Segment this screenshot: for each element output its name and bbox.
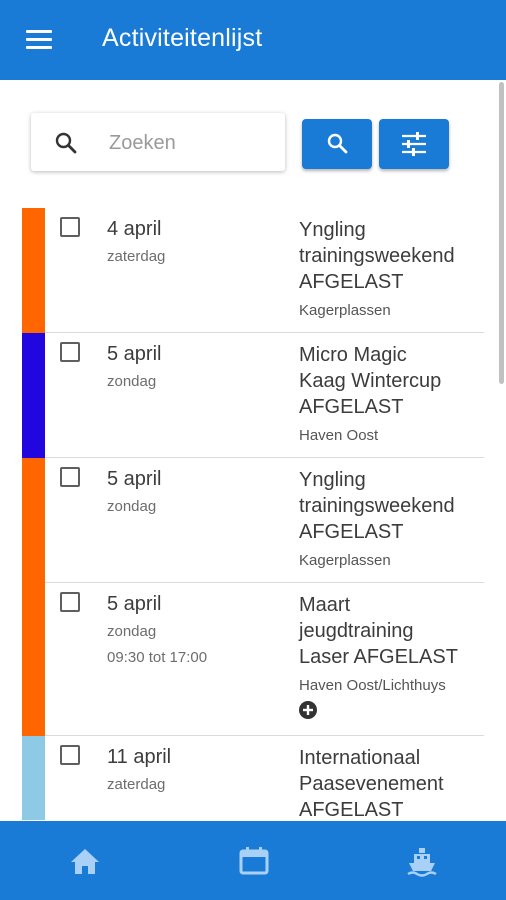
- activity-name-line: AFGELAST: [299, 799, 404, 820]
- activity-name-line: AFGELAST: [299, 396, 404, 418]
- activity-checkbox[interactable]: [60, 217, 80, 237]
- category-color-bar: [22, 583, 45, 736]
- boat-icon[interactable]: [405, 845, 439, 877]
- search-box: [31, 113, 285, 171]
- activity-item[interactable]: 5 april zondag Micro Magic Kaag Wintercup AF…: [0, 333, 506, 458]
- activity-checkbox[interactable]: [60, 342, 80, 362]
- activity-date: 5 april: [107, 468, 162, 490]
- activity-time: 09:30 tot 17:00: [107, 649, 208, 666]
- search-icon: [327, 133, 348, 154]
- filter-button[interactable]: [379, 119, 449, 169]
- add-circle-icon[interactable]: [299, 701, 317, 719]
- search-icon: [55, 132, 77, 154]
- activity-name-line: Micro Magic: [299, 344, 407, 366]
- activity-name-line: Yngling: [299, 219, 366, 241]
- activity-day: zondag: [107, 373, 157, 390]
- activity-name: Yngling trainingsweekend AFGELAST: [299, 217, 489, 295]
- category-color-bar: [22, 736, 45, 820]
- activity-checkbox[interactable]: [60, 467, 80, 487]
- activity-location: Haven Oost/Lichthuys: [299, 677, 446, 694]
- activity-name-line: trainingsweekend: [299, 245, 455, 267]
- app-bar: Activiteitenlijst: [0, 0, 506, 80]
- bottom-navigation: [0, 821, 506, 900]
- menu-icon[interactable]: [22, 26, 56, 54]
- activity-item[interactable]: 4 april zaterdag Yngling trainingsweekend AF…: [0, 208, 506, 333]
- activity-day: zondag: [107, 623, 157, 640]
- activity-date: 5 april: [107, 593, 162, 615]
- page-title: Activiteitenlijst: [102, 24, 263, 52]
- activity-location: Haven Oost: [299, 427, 379, 444]
- activity-checkbox[interactable]: [60, 745, 80, 765]
- activity-name-line: Paasevenement: [299, 773, 444, 795]
- activity-name-line: Yngling: [299, 469, 366, 491]
- category-color-bar: [22, 333, 45, 458]
- home-icon[interactable]: [68, 845, 102, 877]
- activity-location: Kagerplassen: [299, 552, 391, 569]
- activity-name: Yngling trainingsweekend AFGELAST: [299, 467, 489, 545]
- activity-item[interactable]: 11 april zaterdag Internationaal Paasevenem…: [0, 736, 506, 820]
- activity-name-line: Internationaal: [299, 747, 421, 769]
- activity-day: zaterdag: [107, 248, 166, 265]
- activity-name-line: Maart: [299, 594, 351, 616]
- activity-date: 4 april: [107, 218, 162, 240]
- activity-name-line: AFGELAST: [299, 271, 404, 293]
- activity-day: zondag: [107, 498, 157, 515]
- tune-icon: [402, 132, 426, 156]
- activity-name: Internationaal Paasevenement AFGELAST: [299, 745, 489, 820]
- activity-day: zaterdag: [107, 776, 166, 793]
- activity-name: Micro Magic Kaag Wintercup AFGELAST: [299, 342, 489, 420]
- category-color-bar: [22, 458, 45, 583]
- activity-item[interactable]: 5 april zondag 09:30 tot 17:00 Maart jeugdtr…: [0, 583, 506, 736]
- activity-name-line: jeugdtraining: [299, 620, 414, 642]
- category-color-bar: [22, 208, 45, 333]
- activity-name-line: trainingsweekend: [299, 495, 455, 517]
- activity-date: 11 april: [107, 746, 172, 768]
- activity-checkbox[interactable]: [60, 592, 80, 612]
- activity-name-line: AFGELAST: [299, 521, 404, 543]
- activity-name-line: Laser AFGELAST: [299, 646, 458, 668]
- search-button[interactable]: [302, 119, 372, 169]
- activity-name-line: Kaag Wintercup: [299, 370, 442, 392]
- calendar-icon[interactable]: [237, 845, 271, 877]
- search-input[interactable]: [107, 127, 279, 159]
- activity-name: Maart jeugdtraining Laser AFGELAST: [299, 592, 489, 670]
- activity-list: 4 april zaterdag Yngling trainingsweekend AF…: [0, 208, 506, 820]
- activity-item[interactable]: 5 april zondag Yngling trainingsweekend AFGE…: [0, 458, 506, 583]
- activity-date: 5 april: [107, 343, 162, 365]
- activity-location: Kagerplassen: [299, 302, 391, 319]
